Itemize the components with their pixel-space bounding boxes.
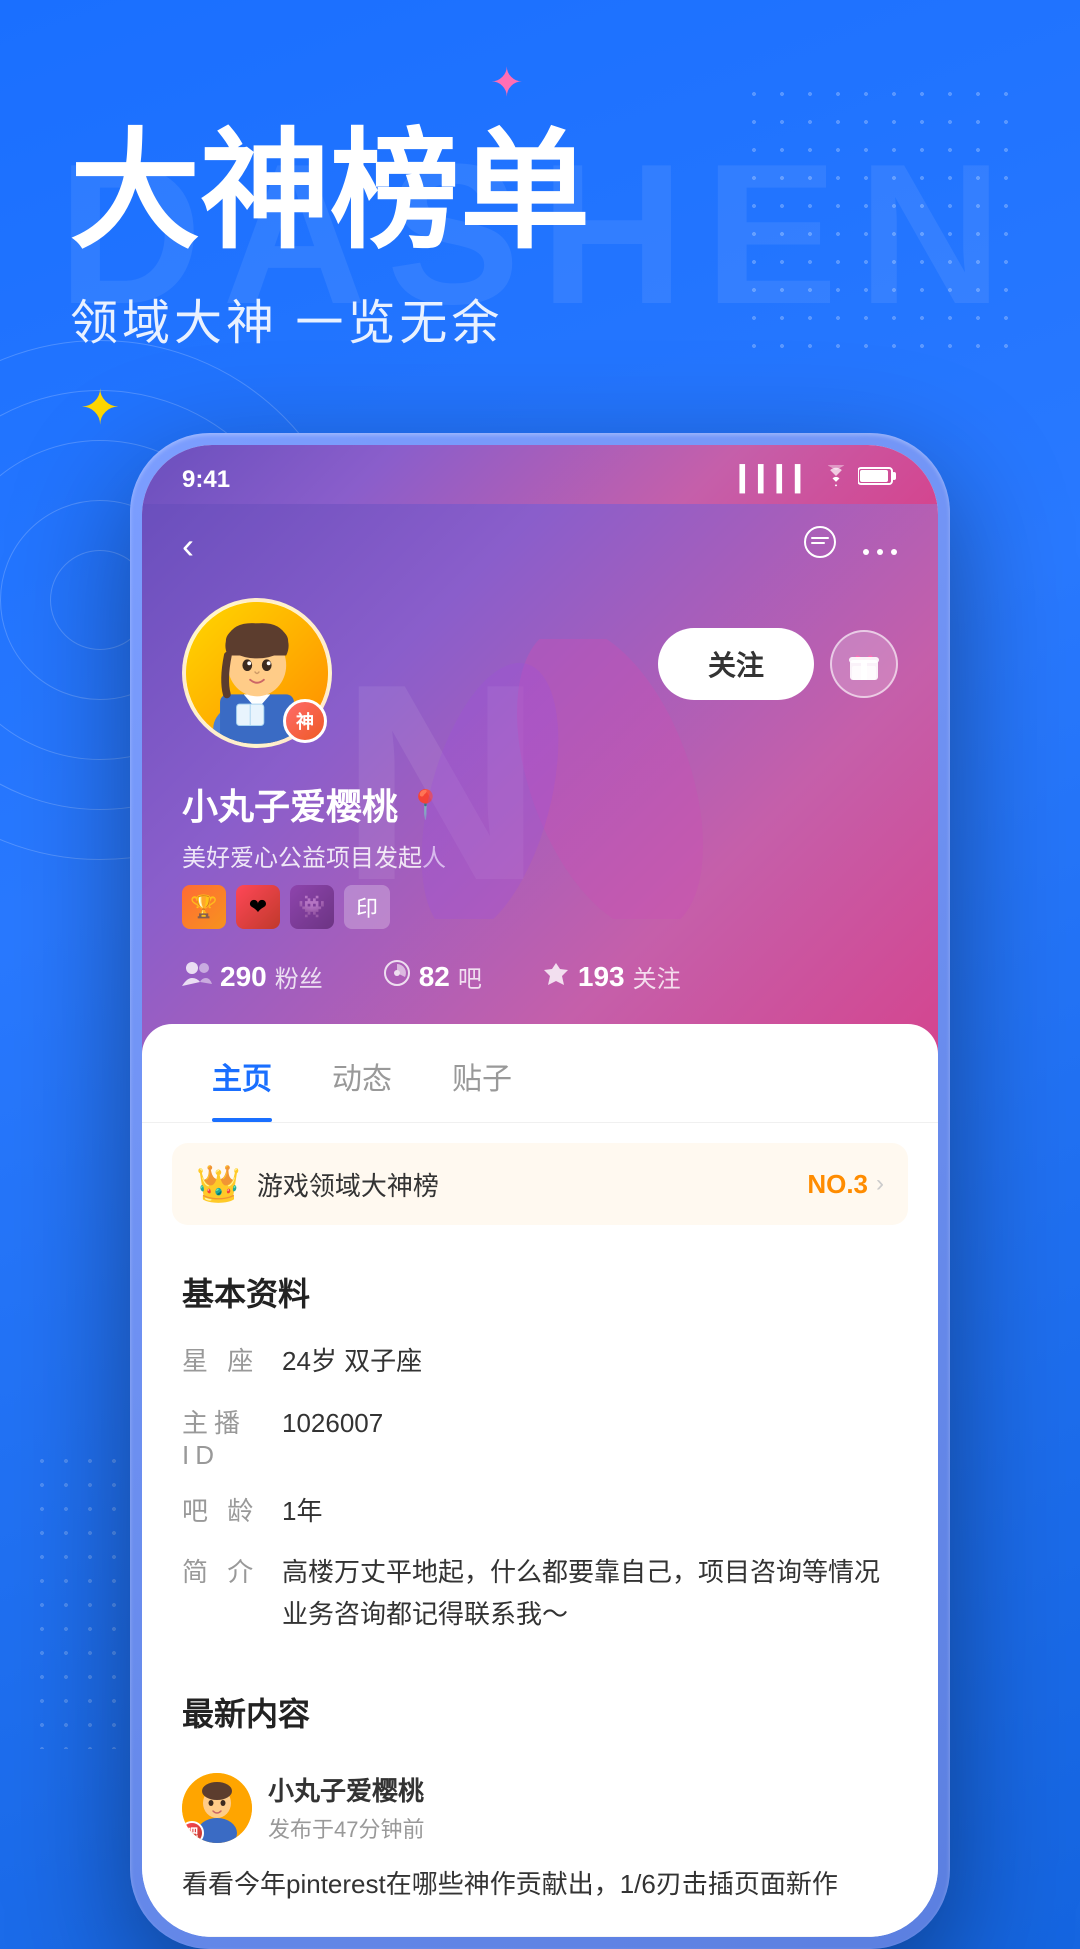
basic-info-title: 基本资料 — [142, 1245, 938, 1331]
avatar-badge: 神 — [283, 699, 327, 743]
latest-content-section: 最新内容 — [142, 1645, 938, 1937]
star-value: 24岁 双子座 — [282, 1341, 898, 1383]
rank-left: 👑 游戏领域大神榜 — [196, 1163, 439, 1205]
following-stat: 193 关注 — [542, 959, 681, 994]
crown-icon: 👑 — [196, 1163, 241, 1205]
profile-name: 小丸子爱樱桃 📍 — [182, 778, 898, 830]
star-pink-icon: ✦ — [490, 60, 524, 106]
bars-label: 吧 — [458, 959, 482, 994]
phone-mockup: 9:41 ▎▎▎▎ — [130, 433, 950, 1949]
tab-activity[interactable]: 动态 — [302, 1024, 422, 1122]
age-label: 吧 龄 — [182, 1491, 282, 1528]
rank-arrow-icon: › — [876, 1170, 884, 1198]
following-icon — [542, 959, 570, 994]
signal-icon: ▎▎▎▎ — [740, 465, 814, 494]
post-time: 发布于47分钟前 — [268, 1812, 424, 1844]
more-icon[interactable] — [862, 528, 898, 565]
following-label: 关注 — [633, 959, 681, 994]
status-time: 9:41 — [182, 466, 230, 494]
profile-bio: 美好爱心公益项目发起人 — [182, 838, 898, 873]
tab-homepage[interactable]: 主页 — [182, 1024, 302, 1122]
profile-badges: 🏆 ❤ 👾 印 — [182, 885, 898, 929]
page-subtitle: 领域大神 一览无余 — [70, 283, 1010, 353]
rank-banner[interactable]: 👑 游戏领域大神榜 NO.3 › — [172, 1143, 908, 1225]
page-title: 大神榜单 — [70, 120, 1010, 263]
latest-content-title: 最新内容 — [142, 1665, 938, 1751]
rank-number: NO.3 — [807, 1169, 868, 1200]
tabs-row: 主页 动态 贴子 — [142, 1024, 938, 1123]
badge-game: 👾 — [290, 885, 334, 929]
age-value: 1年 — [282, 1491, 898, 1533]
location-pin-icon: 📍 — [408, 788, 443, 821]
back-button[interactable]: ‹ — [182, 525, 194, 567]
chat-icon[interactable] — [802, 524, 838, 568]
fans-count: 290 — [220, 961, 267, 993]
tab-posts[interactable]: 贴子 — [422, 1024, 542, 1122]
wifi-icon — [822, 465, 850, 494]
status-bar: 9:41 ▎▎▎▎ — [142, 445, 938, 504]
following-count: 193 — [578, 961, 625, 993]
intro-label: 简 介 — [182, 1552, 282, 1589]
info-row-age: 吧 龄 1年 — [142, 1481, 938, 1543]
info-row-id: 主播ID 1026007 — [142, 1393, 938, 1481]
badge-heart: ❤ — [236, 885, 280, 929]
bars-icon — [383, 959, 411, 994]
stats-row: 290 粉丝 82 吧 — [182, 959, 898, 994]
profile-left: 神 — [182, 598, 332, 768]
profile-header: N ‹ — [142, 504, 938, 1054]
badge-text: 印 — [344, 885, 390, 929]
badge-trophy: 🏆 — [182, 885, 226, 929]
post-header: 吧 小丸子爱樱桃 发布于47分钟前 — [142, 1751, 938, 1854]
status-icons: ▎▎▎▎ — [740, 465, 898, 494]
info-row-intro: 简 介 高楼万丈平地起，什么都要靠自己，项目咨询等情况业务咨询都记得联系我～ — [142, 1542, 938, 1645]
id-value: 1026007 — [282, 1403, 898, 1445]
rank-title: 游戏领域大神榜 — [257, 1166, 439, 1203]
post-content-preview: 看看今年pinterest在哪些神作贡献出，1/6刃击插页面新作 — [142, 1854, 938, 1937]
bars-stat: 82 吧 — [383, 959, 482, 994]
fans-stat: 290 粉丝 — [182, 959, 323, 994]
app-screen: 9:41 ▎▎▎▎ — [142, 445, 938, 1937]
nav-right-icons — [802, 524, 898, 568]
profile-content: 神 关注 — [182, 598, 898, 768]
battery-icon — [858, 465, 898, 494]
post-user-info: 小丸子爱樱桃 发布于47分钟前 — [268, 1771, 424, 1844]
rank-right: NO.3 › — [807, 1169, 884, 1200]
content-card: 主页 动态 贴子 👑 游戏领域大神榜 NO.3 › — [142, 1024, 938, 1937]
fans-label: 粉丝 — [275, 959, 323, 994]
phone-screen: 9:41 ▎▎▎▎ — [142, 445, 938, 1937]
header-section: ✦ ✦ 大神榜单 领域大神 一览无余 — [0, 0, 1080, 353]
info-row-star: 星 座 24岁 双子座 — [142, 1331, 938, 1393]
star-yellow-icon: ✦ — [80, 380, 120, 436]
nav-bar: ‹ — [182, 524, 898, 568]
star-label: 星 座 — [182, 1341, 282, 1378]
follow-button[interactable]: 关注 — [658, 628, 814, 700]
intro-value: 高楼万丈平地起，什么都要靠自己，项目咨询等情况业务咨询都记得联系我～ — [282, 1552, 898, 1635]
post-avatar-badge: 吧 — [182, 1821, 204, 1843]
post-username: 小丸子爱樱桃 — [268, 1771, 424, 1808]
fans-icon — [182, 960, 212, 993]
post-avatar: 吧 — [182, 1773, 252, 1843]
id-label: 主播ID — [182, 1403, 282, 1471]
bars-count: 82 — [419, 961, 450, 993]
phone-mockup-container: 9:41 ▎▎▎▎ — [130, 433, 950, 1949]
avatar-wrapper: 神 — [182, 598, 332, 748]
gift-button[interactable] — [830, 630, 898, 698]
profile-actions: 关注 — [658, 628, 898, 700]
